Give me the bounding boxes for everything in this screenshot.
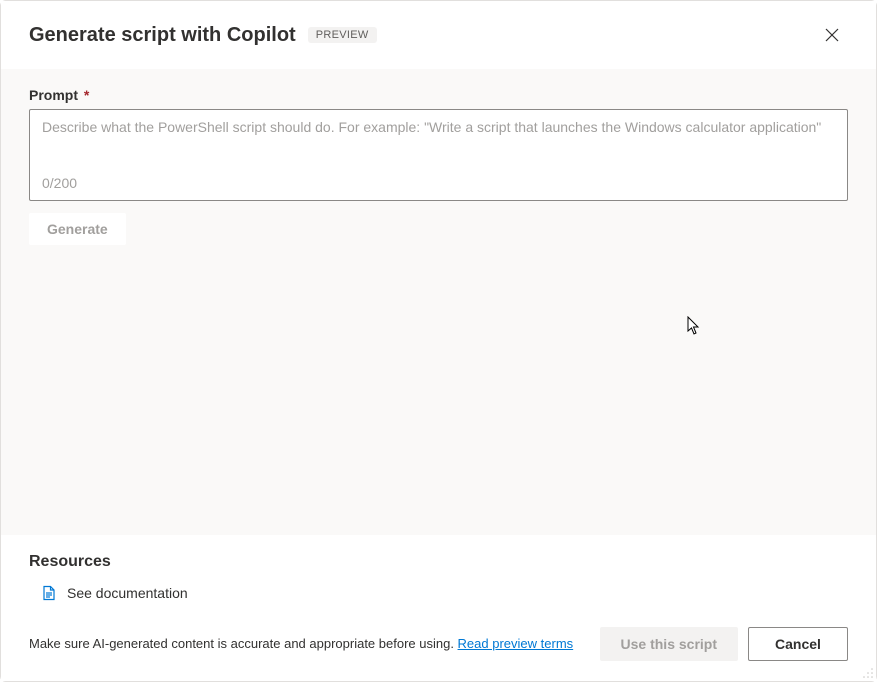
close-button[interactable] <box>816 19 848 51</box>
char-count: 0/200 <box>42 175 835 191</box>
panel-title: Generate script with Copilot <box>29 24 296 47</box>
preview-badge: PREVIEW <box>308 27 377 43</box>
document-icon <box>41 585 57 601</box>
copilot-panel: Generate script with Copilot PREVIEW Pro… <box>0 0 877 682</box>
prompt-label-text: Prompt <box>29 87 78 103</box>
prompt-label: Prompt * <box>29 87 848 103</box>
documentation-link[interactable]: See documentation <box>29 585 848 601</box>
panel-header: Generate script with Copilot PREVIEW <box>1 1 876 69</box>
prompt-input[interactable] <box>42 119 835 169</box>
generate-button[interactable]: Generate <box>29 213 126 245</box>
prompt-box: 0/200 <box>29 109 848 201</box>
preview-terms-link[interactable]: Read preview terms <box>458 636 574 651</box>
resources-section: Resources See documentation <box>1 535 876 613</box>
disclaimer: Make sure AI-generated content is accura… <box>29 635 580 653</box>
footer-buttons: Use this script Cancel <box>600 627 848 661</box>
panel-body: Prompt * 0/200 Generate <box>1 69 876 535</box>
close-icon <box>825 28 839 42</box>
panel-footer: Make sure AI-generated content is accura… <box>1 613 876 681</box>
documentation-link-label: See documentation <box>67 585 188 601</box>
resources-title: Resources <box>29 553 848 571</box>
use-script-button[interactable]: Use this script <box>600 627 738 661</box>
required-marker: * <box>84 87 89 103</box>
cancel-button[interactable]: Cancel <box>748 627 848 661</box>
disclaimer-text: Make sure AI-generated content is accura… <box>29 636 458 651</box>
